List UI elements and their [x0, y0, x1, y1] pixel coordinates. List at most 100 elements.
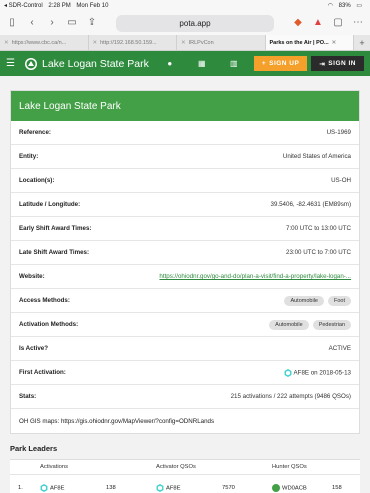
bookmarks-icon[interactable]: ▭ [66, 17, 78, 29]
first-activation-text: AF8E on 2018-05-13 [293, 369, 351, 377]
row-value: US-OH [331, 177, 351, 184]
new-tab-icon[interactable]: + [354, 35, 370, 50]
share-icon[interactable]: ⇪ [86, 17, 98, 29]
first-activation[interactable]: AF8E on 2018-05-13 [284, 368, 351, 377]
tab-close-icon[interactable]: ✕ [93, 40, 98, 46]
detail-row-website: Website: https://ohiodnr.gov/go-and-do/p… [11, 265, 359, 289]
row-value: 215 activations / 222 attempts (9486 QSO… [230, 393, 351, 400]
activation-chip: Automobile [269, 319, 309, 330]
browser-tab[interactable]: ✕ http://192.168.50.159... [89, 35, 177, 50]
sign-in-button[interactable]: ⇥ SIGN IN [311, 56, 364, 71]
tabs-icon[interactable]: ▢ [332, 17, 344, 29]
row-key: Stats: [19, 393, 37, 400]
row-value: 23:00 UTC to 7:00 UTC [286, 249, 351, 256]
user-plus-icon: + [261, 60, 267, 67]
sign-up-button[interactable]: + SIGN UP [253, 56, 308, 71]
callsign: AF8E [166, 485, 181, 492]
detail-row-active: Is Active? ACTIVE [11, 337, 359, 361]
brave-shield-icon[interactable]: ◆ [292, 17, 304, 29]
hunter-callsign[interactable]: WD0ACB [272, 483, 332, 492]
gis-text: OH GIS maps: https://gis.ohiodnr.gov/Map… [19, 417, 215, 425]
activation-methods: Automobile Pedestrian [265, 319, 351, 330]
activator-qso-callsign[interactable]: AF8E [156, 483, 222, 492]
address-bar[interactable]: pota.app [116, 14, 274, 32]
access-chip: Automobile [284, 295, 324, 306]
hamburger-menu-icon[interactable]: ☰ [6, 58, 17, 69]
row-key: Access Methods: [19, 297, 70, 304]
rank: 1. [18, 484, 23, 491]
row-key: Location(s): [19, 177, 55, 184]
row-key: Late Shift Award Times: [19, 249, 90, 256]
row-key: Is Active? [19, 345, 49, 352]
tab-close-icon[interactable]: ✕ [181, 40, 186, 46]
tab-label: http://192.168.50.159... [100, 39, 157, 46]
detail-row-activation: Activation Methods: Automobile Pedestrian [11, 313, 359, 337]
browser-tab-active[interactable]: Parks on the Air | PO... ✕ [265, 35, 354, 50]
website-link[interactable]: https://ohiodnr.gov/go-and-do/plan-a-vis… [159, 273, 351, 280]
tab-label: https://www.cbc.ca/n... [11, 39, 67, 46]
browser-tab[interactable]: ✕ IRLPvCon [177, 35, 266, 50]
menu-icon[interactable]: ⋯ [352, 17, 364, 29]
col-activations: Activations [40, 464, 69, 470]
login-icon: ⇥ [319, 60, 326, 68]
row-key: Activation Methods: [19, 321, 79, 328]
row-key: Website: [19, 273, 45, 280]
row-key: Reference: [19, 129, 51, 136]
address-bar-url: pota.app [179, 18, 211, 28]
table-row: 1. AF8E 138 AF8E 7570 WD0ACB 158 [10, 474, 360, 493]
park-header: Lake Logan State Park [11, 91, 359, 121]
calendar-icon[interactable]: ▦ [186, 59, 218, 68]
activator-qso-count: 7570 [222, 484, 235, 491]
map-pin-icon[interactable]: ● [154, 59, 186, 68]
forward-icon[interactable]: › [46, 17, 58, 29]
back-icon[interactable]: ‹ [26, 17, 38, 29]
pota-logo[interactable] [25, 57, 37, 70]
activator-hex-icon [156, 483, 164, 492]
row-value: 39.5406, -82.4631 (EM89sm) [270, 201, 351, 208]
detail-row-access: Access Methods: Automobile Foot [11, 289, 359, 313]
nav-title: Lake Logan State Park [42, 57, 149, 70]
back-app-link[interactable]: ◂ SDR-Control [4, 3, 43, 9]
status-bar: ◂ SDR-Control 2:28 PM Mon Feb 10 ◠ 83% ▭ [0, 0, 370, 11]
detail-row-entity: Entity: United States of America [11, 145, 359, 169]
row-value: US-1969 [326, 129, 351, 136]
activation-chip: Pedestrian [312, 319, 351, 330]
detail-row-late-shift: Late Shift Award Times: 23:00 UTC to 7:0… [11, 241, 359, 265]
tab-label: Parks on the Air | PO... [269, 39, 329, 46]
book-icon[interactable]: ▥ [218, 59, 250, 68]
hunter-icon [272, 483, 280, 492]
activations-callsign[interactable]: AF8E [40, 483, 106, 492]
status-time: 2:28 PM [48, 3, 71, 9]
site-nav: ☰ Lake Logan State Park ● ▦ ▥ + SIGN UP ⇥… [0, 51, 370, 76]
park-leaders-table: Activations Activator QSOs Hunter QSOs 1… [10, 459, 360, 493]
row-key: Early Shift Award Times: [19, 225, 92, 232]
park-details-card: Lake Logan State Park Reference: US-1969… [10, 90, 360, 434]
row-value: 7:00 UTC to 13:00 UTC [286, 225, 351, 232]
activator-hex-icon [40, 483, 48, 492]
sidebar-toggle-icon[interactable]: ▯ [6, 17, 18, 29]
sign-in-label: SIGN IN [328, 60, 356, 67]
detail-row-reference: Reference: US-1969 [11, 121, 359, 145]
callsign: WD0ACB [282, 485, 307, 492]
detail-row-latlon: Latitude / Longitude: 39.5406, -82.4631 … [11, 193, 359, 217]
battery-icon: ▭ [356, 3, 362, 9]
hunter-count: 158 [332, 484, 342, 491]
sign-up-label: SIGN UP [269, 60, 300, 67]
leaders-header-row: Activations Activator QSOs Hunter QSOs [10, 460, 360, 474]
rewards-icon[interactable]: ▲ [312, 17, 324, 29]
detail-row-location: Location(s): US-OH [11, 169, 359, 193]
row-key: Latitude / Longitude: [19, 201, 81, 208]
browser-tab[interactable]: ✕ https://www.cbc.ca/n... [0, 35, 89, 50]
col-hunter-qsos: Hunter QSOs [272, 464, 307, 470]
callsign: AF8E [50, 485, 65, 492]
row-key: Entity: [19, 153, 39, 160]
tab-close-icon[interactable]: ✕ [4, 40, 9, 46]
access-methods: Automobile Foot [280, 295, 351, 306]
detail-row-first-activation: First Activation: AF8E on 2018-05-13 [11, 361, 359, 385]
battery-percent: 83% [338, 3, 351, 9]
access-chip: Foot [327, 295, 351, 306]
tab-close-icon[interactable]: ✕ [332, 40, 337, 46]
col-activator-qsos: Activator QSOs [156, 464, 196, 470]
row-value: United States of America [282, 153, 351, 160]
activator-hex-icon [284, 368, 291, 377]
